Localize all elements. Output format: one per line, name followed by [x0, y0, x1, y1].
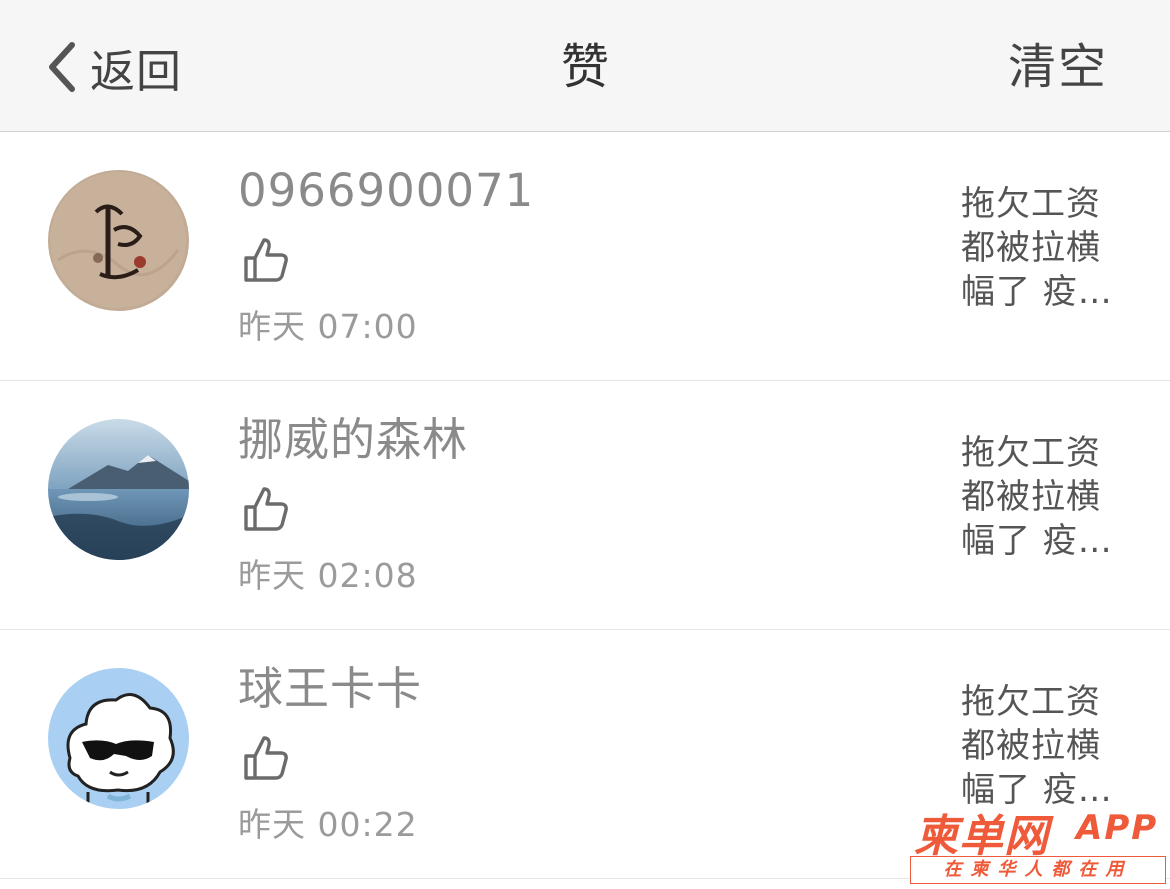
cloud-sunglasses-avatar-icon: [48, 668, 189, 809]
avatar[interactable]: [48, 668, 189, 809]
likes-list: 0966900071 昨天 07:00 拖欠工资都被拉横幅了 疫… 挪威的森林 …: [0, 132, 1170, 879]
calligraphy-avatar-icon: [48, 170, 189, 311]
post-snippet[interactable]: 拖欠工资都被拉横幅了 疫…: [961, 431, 1131, 563]
watermark-logo: 柬单网: [914, 811, 1049, 862]
list-item[interactable]: 0966900071 昨天 07:00 拖欠工资都被拉横幅了 疫…: [0, 132, 1170, 381]
site-watermark: 柬单网 APP 在柬华人都在用: [910, 800, 1168, 886]
username[interactable]: 球王卡卡: [238, 658, 422, 720]
avatar[interactable]: [48, 419, 189, 560]
post-snippet[interactable]: 拖欠工资都被拉横幅了 疫…: [961, 182, 1131, 314]
thumbs-up-icon: [242, 236, 290, 284]
timestamp: 昨天 00:22: [238, 805, 418, 844]
avatar[interactable]: [48, 170, 189, 311]
username[interactable]: 0966900071: [238, 160, 534, 222]
landscape-avatar-icon: [48, 419, 189, 560]
username[interactable]: 挪威的森林: [238, 409, 468, 471]
timestamp: 昨天 07:00: [238, 307, 418, 346]
thumbs-up-icon: [242, 734, 290, 782]
post-snippet[interactable]: 拖欠工资都被拉横幅了 疫…: [961, 680, 1131, 812]
watermark-slogan: 在柬华人都在用: [910, 856, 1166, 884]
clear-button[interactable]: 清空: [1008, 36, 1108, 98]
list-item[interactable]: 挪威的森林 昨天 02:08 拖欠工资都被拉横幅了 疫…: [0, 381, 1170, 630]
navigation-bar: 返回 赞 清空: [0, 0, 1170, 132]
page-title: 赞: [560, 39, 609, 95]
timestamp: 昨天 02:08: [238, 556, 418, 595]
watermark-app-label: APP: [1076, 808, 1159, 848]
thumbs-up-icon: [242, 485, 290, 533]
